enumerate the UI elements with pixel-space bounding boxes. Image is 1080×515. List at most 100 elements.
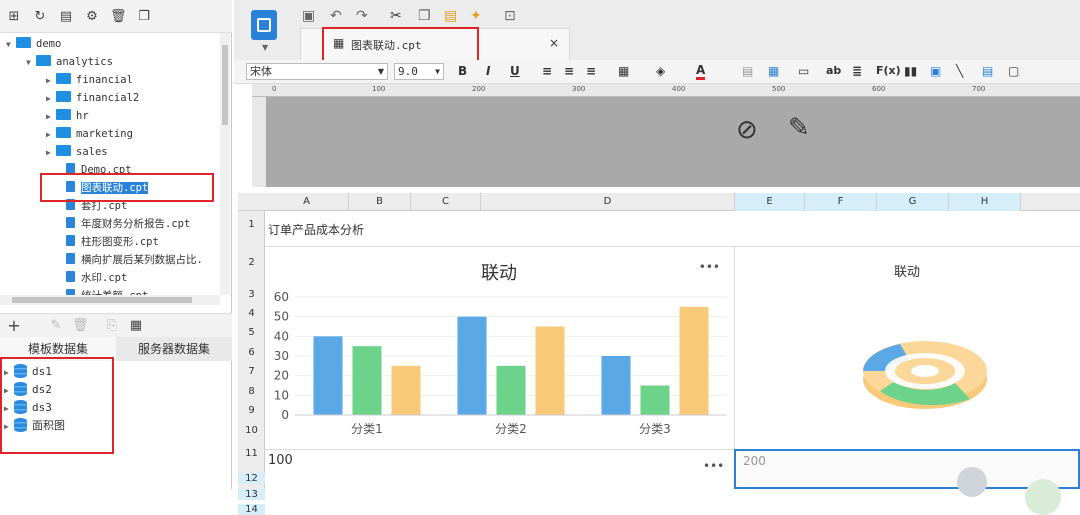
row-4[interactable]: 4 (238, 308, 265, 319)
ring-chart[interactable] (860, 321, 990, 421)
tree-folder-financial2[interactable]: ▶ financial2 (46, 89, 139, 107)
row-3[interactable]: 3 (238, 289, 265, 300)
font-size-select[interactable]: 9.0 ▼ (394, 63, 444, 80)
tree-hscrollbar[interactable] (0, 295, 220, 305)
format-brush-icon[interactable]: ✦ (470, 8, 482, 24)
formula-icon[interactable]: F(x) (876, 64, 901, 77)
column-C[interactable]: C (411, 193, 481, 211)
row-6[interactable]: 6 (238, 347, 265, 358)
lower-right-axis: 200 (743, 454, 766, 468)
undo-icon[interactable]: ↶ (330, 8, 342, 24)
tree-scrollbar[interactable] (220, 33, 230, 295)
preview-icon[interactable]: ⎘ (104, 318, 120, 334)
sheet-grid[interactable]: 订单产品成本分析 联动 ••• 0 10 20 30 40 50 60 分类1 分类2 分类3 联动 … (265, 211, 1080, 515)
row-12[interactable]: 12 (238, 473, 265, 484)
column-F[interactable]: F (805, 193, 877, 211)
label-icon[interactable]: ab (826, 64, 841, 77)
page-header-area: ⊘ ✎ (266, 97, 1080, 187)
x-tick-label: 分类1 (351, 422, 383, 436)
title-cell[interactable]: 订单产品成本分析 (268, 221, 364, 238)
italic-icon[interactable]: I (486, 64, 490, 78)
align-left-icon[interactable]: ≡ (542, 64, 552, 78)
tree-folder-marketing[interactable]: ▶ marketing (46, 125, 133, 143)
underline-icon[interactable]: U (510, 64, 520, 78)
column-D[interactable]: D (481, 193, 735, 211)
row-10[interactable]: 10 (238, 425, 265, 436)
font-select[interactable]: 宋体 ▼ (246, 63, 388, 80)
slash-icon[interactable]: ╲ (956, 64, 963, 78)
template-icon[interactable] (251, 10, 277, 40)
row-11[interactable]: 11 (238, 448, 265, 459)
vertical-ruler (252, 97, 266, 187)
tree-folder-financial[interactable]: ▶ financial (46, 71, 133, 89)
tree-file[interactable]: 统计差额.cpt (66, 287, 148, 295)
column-H[interactable]: H (949, 193, 1021, 211)
y-tick-label: 0 (281, 408, 289, 422)
file-toolbar: ⊞ ↻ ▤ ⚙ 🗑 ❐ (0, 0, 232, 33)
new-file-icon[interactable]: ⊞ (6, 9, 22, 25)
copy-icon[interactable]: ❐ (136, 9, 152, 25)
column-B[interactable]: B (349, 193, 411, 211)
bar (640, 385, 670, 415)
align-center-icon[interactable]: ≡ (564, 64, 574, 78)
row-14[interactable]: 14 (238, 504, 265, 515)
selected-chart[interactable] (734, 449, 1080, 489)
edit-icon[interactable]: ✎ (48, 318, 64, 334)
bar (679, 306, 709, 415)
file-icon (66, 253, 75, 264)
chart-icon[interactable]: ▮▮ (904, 64, 917, 78)
bold-icon[interactable]: B (458, 64, 467, 78)
settings-icon[interactable]: ⚙ (84, 9, 100, 25)
row-5[interactable]: 5 (238, 327, 265, 338)
server-dataset-icon[interactable]: ▦ (128, 318, 144, 334)
font-color-icon[interactable]: A (696, 64, 706, 80)
tree-file[interactable]: 年度财务分析报告.cpt (66, 215, 190, 233)
paste-icon[interactable]: ▤ (444, 8, 457, 24)
hide-icon[interactable]: ⊘ (736, 115, 758, 145)
tab-server-dataset[interactable]: 服务器数据集 (116, 337, 232, 361)
merge-icon[interactable]: ▤ (742, 64, 753, 78)
tree-file[interactable]: 柱形图变形.cpt (66, 233, 159, 251)
tree-folder-analytics[interactable]: ▼ analytics (26, 53, 113, 71)
text-field-icon[interactable]: ▭ (798, 64, 809, 78)
save-icon[interactable]: ▣ (302, 8, 315, 24)
row-13[interactable]: 13 (238, 489, 265, 500)
row-7[interactable]: 7 (238, 366, 265, 377)
preview-icon[interactable]: ⊡ (504, 8, 516, 24)
subreport-icon[interactable]: ▤ (982, 64, 993, 78)
fill-color-icon[interactable]: ◈ (656, 64, 665, 78)
copy-icon[interactable]: ❐ (418, 8, 431, 24)
align-right-icon[interactable]: ≡ (586, 64, 596, 78)
cell-border-icon[interactable]: ▢ (1008, 64, 1019, 78)
more-icon[interactable]: ••• (703, 459, 724, 473)
column-E[interactable]: E (735, 193, 805, 211)
open-icon[interactable]: ▤ (58, 9, 74, 25)
tree-folder-hr[interactable]: ▶ hr (46, 107, 89, 125)
bar (535, 326, 565, 415)
close-icon[interactable]: × (549, 36, 559, 50)
tree-file[interactable]: 横向扩展后某列数据占比. (66, 251, 203, 269)
add-dataset-icon[interactable]: + (6, 318, 22, 334)
highlight-file (40, 173, 214, 202)
row-9[interactable]: 9 (238, 405, 265, 416)
table-icon[interactable]: ▦ (768, 64, 779, 78)
cut-icon[interactable]: ✂ (390, 8, 402, 24)
row-8[interactable]: 8 (238, 386, 265, 397)
row-2[interactable]: 2 (238, 257, 265, 268)
tree-file[interactable]: 水印.cpt (66, 269, 127, 287)
bar-chart[interactable]: 联动 ••• 0 10 20 30 40 50 60 分类1 分类2 分类3 (265, 247, 734, 449)
column-G[interactable]: G (877, 193, 949, 211)
row-1[interactable]: 1 (238, 219, 265, 230)
redo-icon[interactable]: ↷ (356, 8, 368, 24)
delete-icon[interactable]: 🗑 (110, 9, 127, 25)
delete-dataset-icon[interactable]: 🗑 (72, 318, 89, 334)
chevron-down-icon[interactable]: ▼ (262, 43, 268, 52)
column-A[interactable]: A (265, 193, 349, 211)
image-icon[interactable]: ▣ (930, 64, 941, 78)
tree-folder-sales[interactable]: ▶ sales (46, 143, 108, 161)
tree-root[interactable]: ▼ demo (6, 35, 61, 53)
edit-pencil-icon[interactable]: ✎ (788, 113, 810, 143)
refresh-icon[interactable]: ↻ (32, 9, 48, 25)
richtext-icon[interactable]: ≣ (852, 64, 862, 78)
border-icon[interactable]: ▦ (618, 64, 629, 78)
